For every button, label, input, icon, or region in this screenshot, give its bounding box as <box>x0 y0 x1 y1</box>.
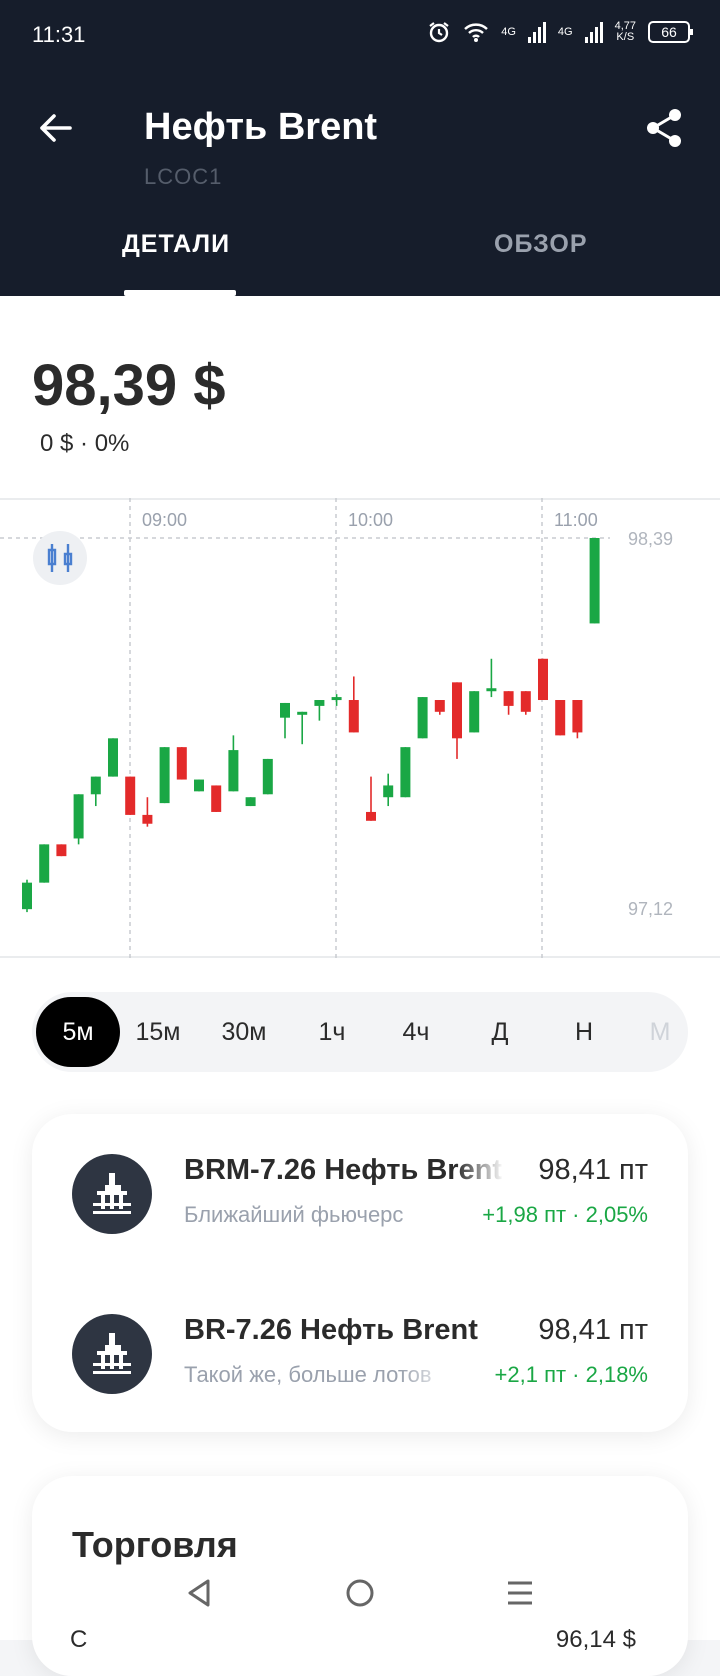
timeframe-week[interactable]: Н <box>548 992 620 1072</box>
back-arrow-icon[interactable] <box>36 108 76 148</box>
candle-body <box>520 691 531 712</box>
candle-body <box>22 882 32 910</box>
futures-price: 98,41 пт <box>538 1154 648 1186</box>
timeframe-1h[interactable]: 1ч <box>296 992 368 1072</box>
candle-body <box>211 785 222 812</box>
oil-platform-icon <box>72 1314 152 1394</box>
ticker-symbol: LCOC1 <box>144 164 223 189</box>
candle-body <box>90 776 101 795</box>
candle-body <box>176 747 187 780</box>
candle-body <box>503 691 514 706</box>
candle-body <box>39 844 50 883</box>
candle-body <box>400 747 411 798</box>
nav-menu-icon[interactable] <box>502 1575 538 1611</box>
network-2-label: 4G <box>557 25 573 38</box>
candle-body <box>538 658 548 701</box>
tab-details[interactable]: ДЕТАЛИ <box>122 230 230 259</box>
candle-body <box>228 750 239 792</box>
status-icons: 4G 4G 4,77 K/S 66 <box>427 20 693 44</box>
candle-body <box>331 697 342 701</box>
share-icon[interactable] <box>642 106 686 150</box>
system-nav-bar <box>0 1546 720 1640</box>
candle-body <box>434 700 445 712</box>
candle-body <box>142 814 153 824</box>
candle-body <box>297 711 308 715</box>
chart-type-button[interactable] <box>33 531 87 585</box>
futures-subtitle: Ближайший фьючерс <box>184 1202 404 1227</box>
futures-subtitle: Такой же, больше лотов <box>184 1362 432 1387</box>
network-speed: 4,77 K/S <box>614 20 636 43</box>
timeframe-day[interactable]: Д <box>464 992 536 1072</box>
price-change: 0 $ · 0% <box>40 430 130 457</box>
chart-time-label: 10:00 <box>348 510 393 530</box>
candle-body <box>417 697 428 739</box>
candle-body <box>555 700 566 736</box>
status-time: 11:31 <box>32 22 86 47</box>
candle-body <box>194 779 204 792</box>
chart-price-label-bottom: 97,12 <box>628 899 673 919</box>
network-1-label: 4G <box>501 25 516 38</box>
candle-body <box>314 700 325 706</box>
chart-time-label: 09:00 <box>142 510 187 530</box>
signal-2-icon <box>584 21 603 43</box>
timeframe-4h[interactable]: 4ч <box>380 992 452 1072</box>
candle-body <box>159 747 170 804</box>
nav-back-icon[interactable] <box>182 1575 218 1611</box>
timeframe-month[interactable]: М <box>632 992 688 1072</box>
chart-type-button-bg[interactable] <box>33 531 87 585</box>
futures-card: BRM-7.26 Нефть Brent 98,41 пт Ближайший … <box>32 1114 688 1432</box>
futures-row[interactable]: BR-7.26 Нефть Brent 98,41 пт Такой же, б… <box>32 1290 688 1420</box>
candle-body <box>572 700 583 733</box>
candle-body <box>452 682 462 739</box>
candle-body <box>108 738 118 777</box>
futures-change: +1,98 пт · 2,05% <box>482 1202 648 1227</box>
tab-overview[interactable]: ОБЗОР <box>494 230 588 259</box>
signal-1-icon <box>527 21 546 43</box>
page-title: Нефть Brent <box>144 106 378 148</box>
candle-body <box>125 776 136 815</box>
oil-platform-icon <box>72 1154 152 1234</box>
candle-body <box>469 691 480 733</box>
chart-price-label-top: 98,39 <box>628 529 673 549</box>
app-header: 11:31 4G 4G 4,77 K/S 66 Нефть Brent LCOC1… <box>0 0 720 296</box>
candle-body <box>245 797 256 807</box>
nav-home-icon[interactable] <box>342 1575 378 1611</box>
chart-time-label: 11:00 <box>554 510 598 530</box>
futures-row[interactable]: BRM-7.26 Нефть Brent 98,41 пт Ближайший … <box>32 1130 688 1260</box>
candle-body <box>589 538 600 624</box>
timeframe-30m[interactable]: 30м <box>208 992 280 1072</box>
timeframe-selector: 5м 15м 30м 1ч 4ч Д Н М <box>32 992 688 1072</box>
futures-price: 98,41 пт <box>538 1314 648 1346</box>
candlestick-chart[interactable]: 09:00 10:00 11:00 98,39 97,12 <box>0 498 720 958</box>
main-content: 98,39 $ 0 $ · 0% 09:00 10:00 11:00 98,39 97,… <box>0 296 720 1676</box>
candle-body <box>262 758 273 795</box>
alarm-icon <box>429 22 449 43</box>
timeframe-15m[interactable]: 15м <box>122 992 194 1072</box>
status-bar: 11:31 4G 4G 4,77 K/S 66 <box>0 0 720 72</box>
candle-body <box>280 702 290 718</box>
candle-body <box>73 794 84 839</box>
candle-body <box>366 811 376 821</box>
futures-name: BRM-7.26 Нефть Brent <box>184 1154 503 1186</box>
futures-name: BR-7.26 Нефть Brent <box>184 1314 478 1346</box>
timeframe-5m[interactable]: 5м <box>36 997 120 1067</box>
candle-body <box>383 785 394 798</box>
battery-icon: 66 <box>648 21 693 43</box>
wifi-icon <box>464 23 489 42</box>
futures-change: +2,1 пт · 2,18% <box>494 1362 648 1387</box>
candle-body <box>56 844 67 857</box>
current-price: 98,39 $ <box>32 353 226 418</box>
candle-body <box>486 688 497 692</box>
candle-body <box>348 700 359 733</box>
